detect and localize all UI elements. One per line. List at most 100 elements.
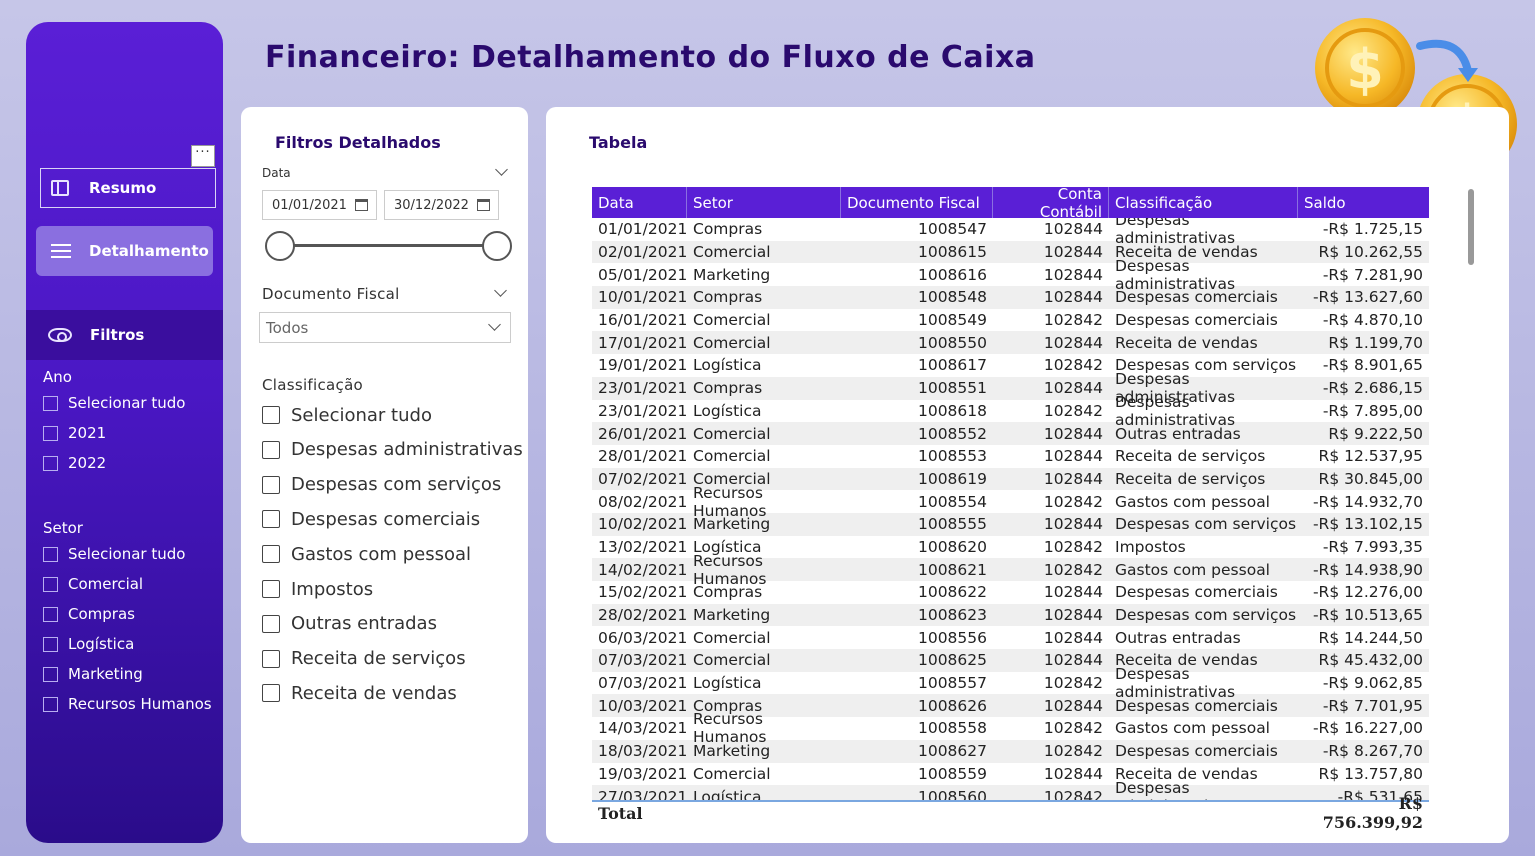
table-row[interactable]: 18/03/2021 Marketing 1008627 102842 Despesas… [592, 739, 1429, 763]
table-cell: Compras [693, 583, 763, 602]
table-row[interactable]: 01/01/2021 Compras 1008547 102844 Despesas a… [592, 218, 1429, 247]
checkbox[interactable] [262, 406, 280, 424]
table-row[interactable]: 15/02/2021 Compras 1008622 102844 Despesas c… [592, 581, 1429, 604]
ano-option-2021[interactable]: 2021 [43, 423, 106, 443]
table-row[interactable]: 10/02/2021 Marketing 1008555 102844 Despesas… [592, 512, 1429, 536]
table-row[interactable]: 10/01/2021 Compras 1008548 102844 Despesas c… [592, 286, 1429, 309]
table-cell: 1008623 [917, 606, 987, 625]
table-cell: R$ 14.244,50 [1318, 628, 1423, 647]
table-cell: 1008622 [917, 583, 987, 602]
date-start-input[interactable]: 01/01/2021 [262, 190, 377, 220]
table-row[interactable]: 23/01/2021 Compras 1008551 102844 Despesas a… [592, 370, 1429, 406]
table-row[interactable]: 16/01/2021 Comercial 1008549 102842 Despesas… [592, 309, 1429, 332]
option-label: 2022 [68, 454, 107, 472]
checkbox[interactable] [262, 649, 280, 668]
class-option[interactable]: Outras entradas [262, 612, 437, 636]
table-row[interactable]: 02/01/2021 Comercial 1008615 102844 Receita … [592, 240, 1429, 264]
checkbox[interactable] [43, 425, 58, 441]
table-cell: 28/01/2021 [598, 447, 688, 466]
class-option[interactable]: Impostos [262, 577, 373, 601]
class-option[interactable]: Despesas comerciais [262, 507, 480, 531]
table-row[interactable]: 19/03/2021 Comercial 1008559 102844 Receita … [592, 763, 1429, 786]
checkbox[interactable] [262, 510, 280, 529]
table-cell: 1008616 [917, 265, 987, 284]
calendar-icon[interactable] [477, 199, 490, 211]
ano-option-2022[interactable]: 2022 [43, 453, 106, 473]
checkbox[interactable] [262, 614, 280, 633]
table-row[interactable]: 26/01/2021 Comercial 1008552 102844 Outras e… [592, 422, 1429, 445]
table-cell: 17/01/2021 [598, 333, 688, 352]
table-cell: 102842 [1043, 356, 1103, 375]
table-row[interactable]: 14/03/2021 Recursos Humanos 1008558 102842 G… [592, 710, 1429, 746]
date-end-input[interactable]: 30/12/2022 [384, 190, 499, 220]
checkbox[interactable] [262, 580, 280, 598]
more-options-button[interactable]: ··· [191, 145, 215, 167]
table-row[interactable]: 28/02/2021 Marketing 1008623 102844 Despesas… [592, 603, 1429, 627]
ano-filter-title: Ano [43, 368, 72, 386]
nav-detalhamento-button[interactable]: Detalhamento [36, 226, 213, 276]
filters-header[interactable]: Filtros [26, 310, 223, 360]
checkbox[interactable] [43, 395, 58, 411]
table-row[interactable]: 08/02/2021 Recursos Humanos 1008554 102842 G… [592, 484, 1429, 520]
class-option[interactable]: Gastos com pessoal [262, 542, 471, 566]
table-cell: Comercial [693, 764, 771, 783]
column-header-saldo[interactable]: Saldo [1298, 187, 1429, 218]
table-cell: 1008615 [917, 243, 987, 262]
table-cell: 26/01/2021 [598, 424, 688, 443]
setor-option-compras[interactable]: Compras [43, 604, 135, 624]
checkbox[interactable] [262, 475, 280, 494]
doc-filter-select[interactable]: Todos [259, 312, 511, 343]
checkbox[interactable] [262, 440, 280, 459]
setor-option-logistica[interactable]: Logística [43, 634, 134, 654]
eye-icon [48, 328, 72, 342]
table-row[interactable]: 28/01/2021 Comercial 1008553 102844 Receita … [592, 445, 1429, 468]
table-row[interactable]: 07/03/2021 Logística 1008557 102842 Despesas… [592, 665, 1429, 701]
slider-start-handle[interactable] [265, 231, 295, 261]
table-row[interactable]: 17/01/2021 Comercial 1008550 102844 Receita … [592, 331, 1429, 355]
class-option[interactable]: Receita de serviços [262, 647, 466, 671]
table-row[interactable]: 06/03/2021 Comercial 1008556 102844 Outras e… [592, 626, 1429, 649]
checkbox[interactable] [262, 545, 280, 564]
class-option[interactable]: Despesas com serviços [262, 473, 501, 497]
table-row[interactable]: 19/01/2021 Logística 1008617 102842 Despesas… [592, 354, 1429, 377]
chevron-down-icon[interactable] [495, 163, 508, 176]
checkbox[interactable] [43, 606, 58, 622]
table-row[interactable]: 05/01/2021 Marketing 1008616 102844 Despesas… [592, 257, 1429, 293]
ano-option-select-all[interactable]: Selecionar tudo [43, 393, 185, 413]
setor-option-comercial[interactable]: Comercial [43, 574, 143, 594]
table-row[interactable]: 07/03/2021 Comercial 1008625 102844 Receita … [592, 649, 1429, 672]
class-option[interactable]: Selecionar tudo [262, 403, 432, 427]
table-cell: 07/02/2021 [598, 469, 688, 488]
column-header-classificacao[interactable]: Classificação [1109, 187, 1298, 218]
table-cell: 1008625 [917, 651, 987, 670]
checkbox[interactable] [43, 636, 58, 652]
setor-option-marketing[interactable]: Marketing [43, 664, 143, 684]
table-row[interactable]: 23/01/2021 Logística 1008618 102842 Despesas… [592, 393, 1429, 429]
checkbox[interactable] [262, 684, 280, 703]
column-header-data[interactable]: Data [592, 187, 687, 218]
date-range-slider[interactable] [280, 244, 498, 247]
nav-resumo-button[interactable]: Resumo [40, 168, 216, 208]
table-cell: -R$ 7.701,95 [1322, 696, 1423, 715]
checkbox[interactable] [43, 696, 58, 712]
slider-end-handle[interactable] [482, 231, 512, 261]
table-row[interactable]: 14/02/2021 Recursos Humanos 1008621 102842 G… [592, 552, 1429, 588]
setor-option-rh[interactable]: Recursos Humanos [43, 694, 212, 714]
column-header-conta[interactable]: Conta Contábil [993, 185, 1109, 221]
table-body[interactable]: 01/01/2021 Compras 1008547 102844 Despesas a… [592, 218, 1429, 802]
table-cell: -R$ 7.281,90 [1322, 265, 1423, 284]
column-header-setor[interactable]: Setor [687, 187, 841, 218]
table-cell: 13/02/2021 [598, 537, 688, 556]
chevron-down-icon[interactable] [494, 284, 507, 297]
checkbox[interactable] [43, 546, 58, 562]
table-cell: 102844 [1043, 265, 1103, 284]
class-option[interactable]: Despesas administrativas [262, 438, 523, 462]
checkbox[interactable] [43, 576, 58, 592]
calendar-icon[interactable] [355, 199, 368, 211]
checkbox[interactable] [43, 666, 58, 682]
setor-option-select-all[interactable]: Selecionar tudo [43, 544, 185, 564]
column-header-documento[interactable]: Documento Fiscal [841, 187, 993, 218]
checkbox[interactable] [43, 455, 58, 471]
class-option[interactable]: Receita de vendas [262, 681, 457, 705]
table-scrollbar[interactable] [1468, 189, 1474, 265]
